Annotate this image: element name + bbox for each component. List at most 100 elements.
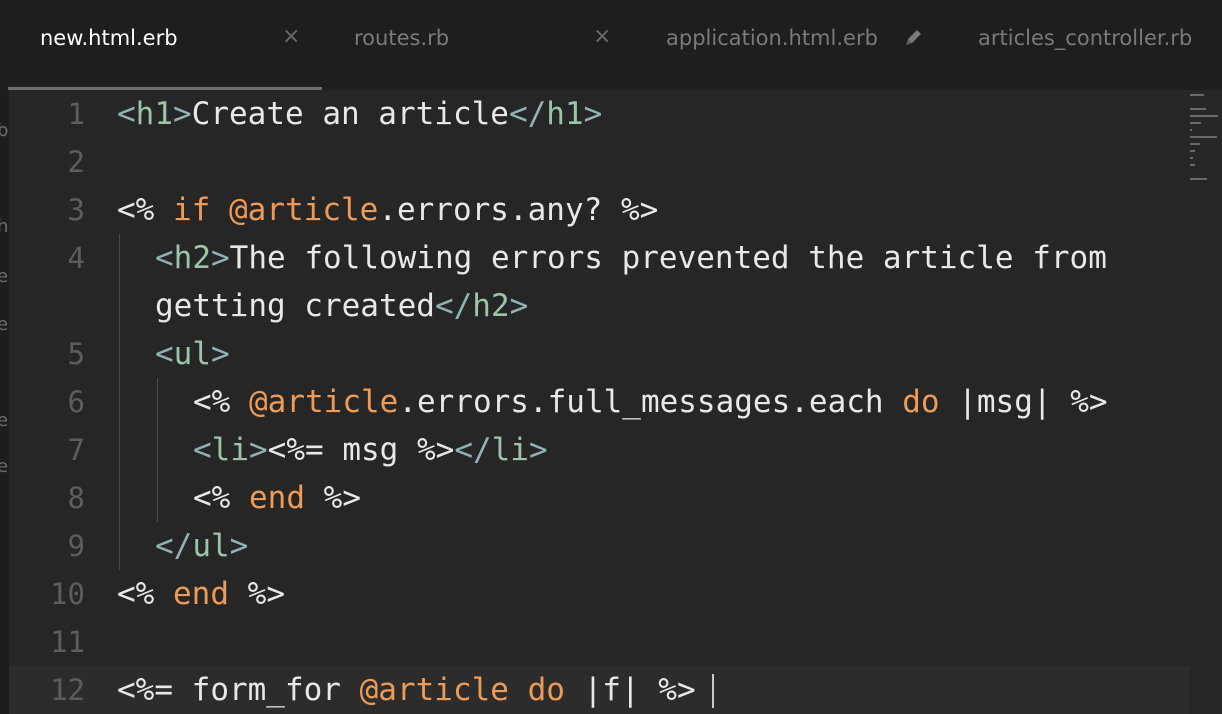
close-icon[interactable]: ×: [593, 24, 611, 49]
minimap-line: [1190, 150, 1195, 152]
line-number: 8: [67, 481, 85, 515]
code-token: </: [155, 528, 193, 564]
minimap[interactable]: [1188, 94, 1222, 204]
code-token: @article: [359, 672, 509, 708]
code-token: <%: [193, 384, 249, 420]
code-line: <h1>Create an article</h1>: [117, 90, 602, 138]
code-token: %>: [1070, 384, 1108, 420]
code-token: end: [173, 576, 229, 612]
minimap-line: [1190, 94, 1204, 96]
close-icon[interactable]: ×: [282, 24, 300, 49]
tab-new-html-erb[interactable]: new.html.erb ×: [0, 0, 322, 90]
line-number: 10: [50, 577, 85, 611]
line-number: 7: [67, 433, 85, 467]
minimap-line: [1190, 108, 1206, 110]
code-token: if: [173, 192, 211, 228]
code-token: .errors.any?: [378, 192, 621, 228]
code-token: li: [211, 432, 249, 468]
code-token: >: [528, 432, 548, 468]
minimap-line: [1190, 115, 1218, 117]
tab-articles-controller-rb[interactable]: articles_controller.rb: [942, 0, 1222, 90]
tab-routes-rb[interactable]: routes.rb ×: [322, 0, 632, 90]
code-line-wrapped: getting created</h2>: [155, 282, 528, 330]
code-token: >: [249, 432, 268, 468]
code-token: @article: [229, 192, 379, 228]
code-token: h1: [546, 96, 584, 132]
pencil-icon[interactable]: [902, 27, 924, 49]
sidebar-edge: b h e e e e: [0, 90, 9, 714]
line-number: 4: [67, 241, 85, 275]
code-token: .errors.full_messages.each: [398, 384, 903, 420]
sidebar-glyph: e: [0, 314, 9, 335]
code-token: >: [173, 96, 192, 132]
code-line: <%= form_for @article do |f| %>: [117, 666, 696, 714]
code-token: >: [509, 288, 529, 324]
minimap-line: [1190, 178, 1207, 180]
code-token: >: [211, 240, 230, 276]
code-token: |msg|: [939, 384, 1071, 420]
tab-label: application.html.erb: [666, 26, 878, 50]
tab-application-html-erb[interactable]: application.html.erb: [632, 0, 942, 90]
sidebar-glyph: b: [0, 120, 9, 141]
code-token: <: [155, 240, 174, 276]
code-token: <%: [117, 192, 173, 228]
code-token: ul: [173, 336, 211, 372]
minimap-line: [1190, 129, 1192, 131]
code-line: <% end %>: [117, 570, 285, 618]
code-token: form_for: [191, 672, 360, 708]
code-line: <li><%= msg %></li>: [193, 426, 548, 474]
code-token: <: [193, 432, 212, 468]
code-token: |f|: [564, 672, 659, 708]
code-token: >: [583, 96, 603, 132]
code-token: <: [155, 336, 174, 372]
code-line: <% @article.errors.full_messages.each do…: [193, 378, 1108, 426]
line-number: 6: [67, 385, 85, 419]
tab-label: articles_controller.rb: [978, 26, 1193, 50]
text-cursor: [712, 674, 714, 708]
code-token: Create an article: [191, 96, 509, 132]
code-token: >: [229, 528, 249, 564]
code-token: </: [434, 288, 473, 324]
tab-label: new.html.erb: [40, 26, 178, 50]
minimap-line: [1190, 157, 1193, 159]
code-token: <%: [117, 576, 173, 612]
code-token: The following errors prevented the artic…: [229, 240, 1107, 276]
sidebar-glyph: e: [0, 410, 9, 431]
code-line: <ul>: [155, 330, 230, 378]
line-number: 12: [50, 673, 85, 707]
minimap-line: [1190, 136, 1217, 138]
line-number: 9: [67, 529, 85, 563]
code-line: <% end %>: [193, 474, 361, 522]
sidebar-glyph: e: [0, 456, 9, 477]
line-number: 2: [67, 145, 85, 179]
code-token: ul: [192, 528, 230, 564]
code-token: </: [508, 96, 547, 132]
code-token: >: [211, 336, 230, 372]
code-token: h2: [173, 240, 211, 276]
code-token: %>: [305, 480, 361, 516]
line-number: 5: [67, 337, 85, 371]
code-token: @article: [249, 384, 399, 420]
tab-label: routes.rb: [354, 26, 450, 50]
code-token: end: [249, 480, 305, 516]
code-token: h2: [472, 288, 510, 324]
code-token: do: [902, 384, 940, 420]
code-line: <h2>The following errors prevented the a…: [155, 234, 1107, 282]
code-token: %>: [620, 192, 659, 228]
indent-guide: [119, 234, 120, 570]
code-token: do: [527, 672, 565, 708]
code-token: </: [454, 432, 492, 468]
code-token: <: [117, 96, 136, 132]
tab-bar: new.html.erb × routes.rb × application.h…: [0, 0, 1222, 90]
line-number: 11: [50, 625, 85, 659]
code-token: li: [491, 432, 529, 468]
code-token: %>: [658, 672, 696, 708]
code-editor[interactable]: 1 2 3 4 5 6 7 8 9 10 11 12 <h1>Create an…: [9, 90, 1222, 714]
minimap-line: [1190, 122, 1201, 124]
code-line: </ul>: [155, 522, 248, 570]
code-token: <%=: [117, 672, 192, 708]
line-number: 1: [67, 97, 85, 131]
indent-guide: [157, 378, 158, 522]
